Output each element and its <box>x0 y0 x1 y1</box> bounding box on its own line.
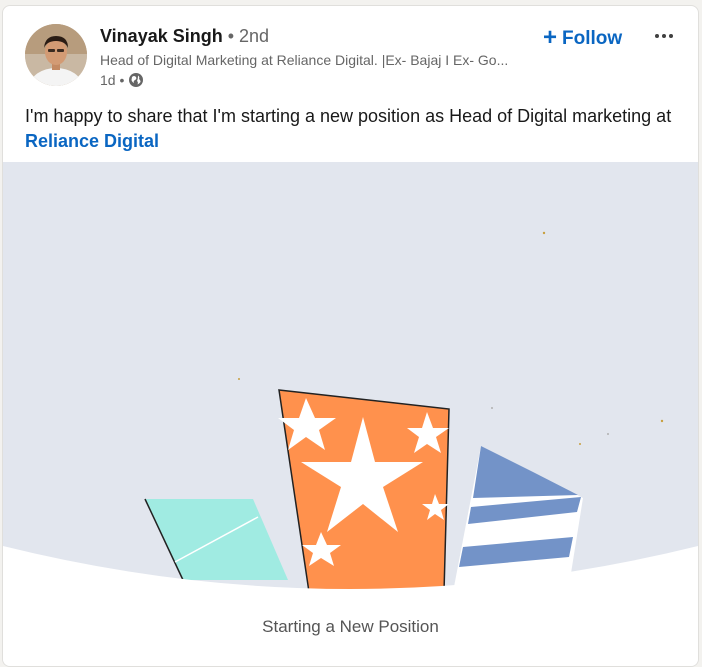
author-photo <box>25 24 87 86</box>
feed-post-card: Vinayak Singh • 2nd Head of Digital Mark… <box>2 5 699 667</box>
follow-label: Follow <box>562 28 623 49</box>
more-options-button[interactable] <box>651 24 677 48</box>
celebration-image[interactable]: Starting a New Position <box>3 162 698 666</box>
plus-icon: + <box>543 24 558 51</box>
ellipsis-icon <box>655 34 659 38</box>
celebration-illustration: Starting a New Position <box>3 162 698 666</box>
post-time: 1d • <box>100 72 125 88</box>
author-name-line[interactable]: Vinayak Singh • 2nd <box>100 26 269 47</box>
post-meta: 1d • <box>100 72 144 88</box>
celebration-caption: Starting a New Position <box>262 617 439 636</box>
post-text: I'm happy to share that I'm starting a n… <box>25 104 675 154</box>
company-link[interactable]: Reliance Digital <box>25 131 159 151</box>
connection-degree: • 2nd <box>227 26 270 46</box>
follow-button[interactable]: + Follow <box>543 24 622 54</box>
post-body: I'm happy to share that I'm starting a n… <box>25 106 672 126</box>
globe-icon <box>129 73 144 87</box>
author-headline: Head of Digital Marketing at Reliance Di… <box>100 52 509 68</box>
author-avatar[interactable] <box>25 24 87 86</box>
author-name[interactable]: Vinayak Singh <box>100 26 223 46</box>
